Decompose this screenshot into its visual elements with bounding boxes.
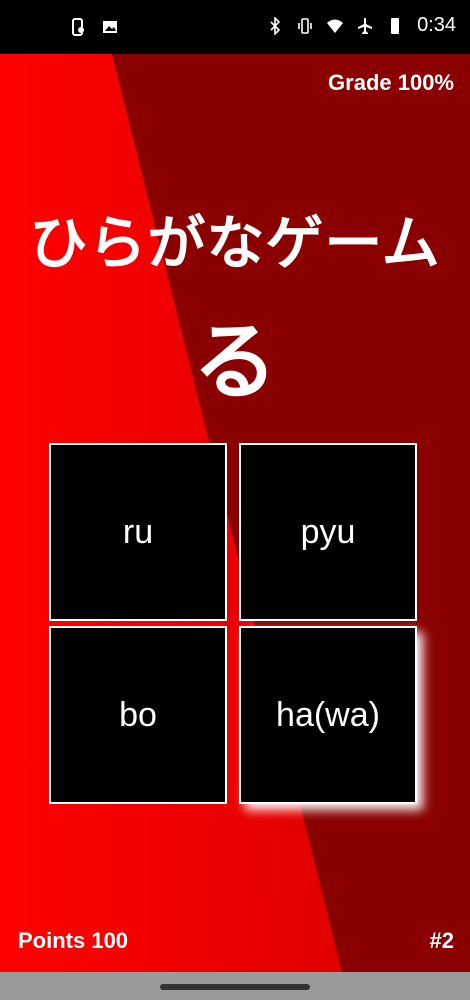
answer-grid: ru pyu bo ha(wa) (49, 443, 423, 807)
answer-option-ha-wa[interactable]: ha(wa) (239, 626, 417, 804)
status-time: 0:34 (417, 14, 456, 36)
phone-settings-icon (72, 18, 84, 36)
grade-label: Grade 100% (328, 70, 454, 95)
battery-icon (391, 17, 400, 34)
game-title: ひらがなゲーム (29, 209, 441, 277)
status-left-icons (70, 18, 118, 36)
home-gesture-pill[interactable] (160, 984, 310, 990)
image-icon (103, 21, 117, 33)
vibrate-icon (298, 17, 312, 34)
status-bar: 0:34 (0, 0, 470, 54)
answer-option-ru[interactable]: ru (49, 443, 227, 621)
airplane-icon (358, 17, 373, 34)
navigation-bar (0, 972, 470, 1000)
question-number: #2 (429, 928, 454, 953)
question-character: る (192, 313, 277, 411)
status-right-icons: 0:34 (267, 14, 456, 37)
answer-option-pyu[interactable]: pyu (239, 443, 417, 621)
answer-option-bo[interactable]: bo (49, 626, 227, 804)
bluetooth-icon (270, 16, 281, 35)
wifi-icon (327, 19, 344, 33)
points-label: Points 100 (18, 928, 129, 953)
